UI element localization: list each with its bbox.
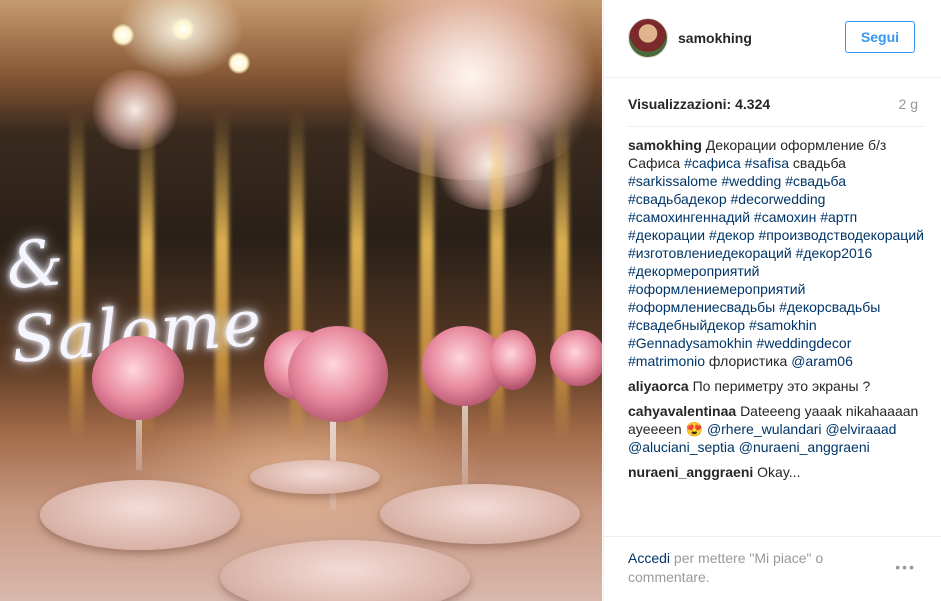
caption: samokhing Декорации оформление б/з Сафис… [628,136,924,370]
hashtag[interactable]: #свадебныйдекор [628,317,745,333]
mention[interactable]: @elviraaad [825,421,896,437]
login-prompt: Accedi per mettere "Mi piace" o commenta… [628,549,868,587]
hashtag[interactable]: #самохин [754,209,816,225]
flower-arrangement [490,330,536,390]
hashtag[interactable]: #декорсвадьбы [779,299,880,315]
hashtag[interactable]: #самохингеннадий [628,209,750,225]
follow-button[interactable]: Segui [845,21,915,53]
banquet-table [40,480,240,550]
views-label: Visualizzazioni: [628,96,732,112]
spotlight [228,52,250,74]
curtain-light [555,110,569,440]
post-time[interactable]: 2 g [899,96,918,112]
hashtag[interactable]: #артп [820,209,857,225]
comments-list: samokhing Декорации оформление б/з Сафис… [628,126,924,536]
hashtag[interactable]: #декор [709,227,755,243]
spotlight [172,18,194,40]
mention[interactable]: @aram06 [791,353,853,369]
post-footer: Accedi per mettere "Mi piace" o commenta… [604,536,941,601]
username-link[interactable]: samokhing [678,30,752,46]
hashtag[interactable]: #изготовлениедекораций [628,245,792,261]
post-sidebar: samokhing Segui Visualizzazioni: 4.324 2… [603,0,941,601]
hashtag[interactable]: #свадьба [785,173,846,189]
views-count: 4.324 [735,96,771,112]
caption-text: свадьба [792,155,846,171]
flower-arrangement [92,336,184,420]
login-link[interactable]: Accedi [628,550,670,566]
photo-overlay-text: & Salome [4,226,266,378]
avatar[interactable] [628,18,668,58]
hashtag[interactable]: #декормероприятий [628,263,759,279]
caption-author[interactable]: samokhing [628,137,702,153]
hashtag[interactable]: #сафиса [684,155,741,171]
hashtag[interactable]: #декорации [628,227,705,243]
comment: cahyavalentinaa Dateeeng yaaak nikahaaaa… [628,402,924,456]
hashtag[interactable]: #sarkissalome [628,173,717,189]
post-stats: Visualizzazioni: 4.324 2 g [628,96,918,116]
hashtag[interactable]: #Gennadysamokhin [628,335,753,351]
hashtag[interactable]: #weddingdecor [756,335,851,351]
hashtag[interactable]: #samokhin [749,317,817,333]
caption-text: флористика [708,353,788,369]
more-options-icon[interactable]: ••• [895,559,916,575]
mention[interactable]: @aluciani_septia [628,439,735,455]
hashtag[interactable]: #wedding [721,173,781,189]
hashtag[interactable]: #decorwedding [731,191,826,207]
hashtag[interactable]: #свадьбадекор [628,191,727,207]
hashtag[interactable]: #производстводекораций [758,227,924,243]
comment: nuraeni_anggraeni Okay... [628,463,924,481]
chandelier [90,70,180,150]
comment-author[interactable]: cahyavalentinaa [628,403,736,419]
flower-arrangement [550,330,602,386]
hashtag[interactable]: #оформлениесвадьбы [628,299,775,315]
flower-arrangement [288,326,388,422]
comment-text: Okay... [757,464,801,480]
hashtag[interactable]: #оформлениемероприятий [628,281,805,297]
banquet-table [380,484,580,544]
post-photo[interactable]: & Salome [0,0,602,601]
hashtag[interactable]: #декор2016 [796,245,873,261]
mention[interactable]: @nuraeni_anggraeni [739,439,870,455]
spotlight [112,24,134,46]
hashtag[interactable]: #matrimonio [628,353,705,369]
hashtag[interactable]: #safisa [745,155,789,171]
banquet-table [220,540,470,601]
mention[interactable]: @rhere_wulandari [707,421,822,437]
comment: aliyaorca По периметру это экраны ? [628,377,924,395]
post-header: samokhing Segui [604,0,941,78]
comment-author[interactable]: aliyaorca [628,378,689,394]
banquet-table [250,460,380,494]
comment-text: По периметру это экраны ? [692,378,871,394]
comment-author[interactable]: nuraeni_anggraeni [628,464,753,480]
